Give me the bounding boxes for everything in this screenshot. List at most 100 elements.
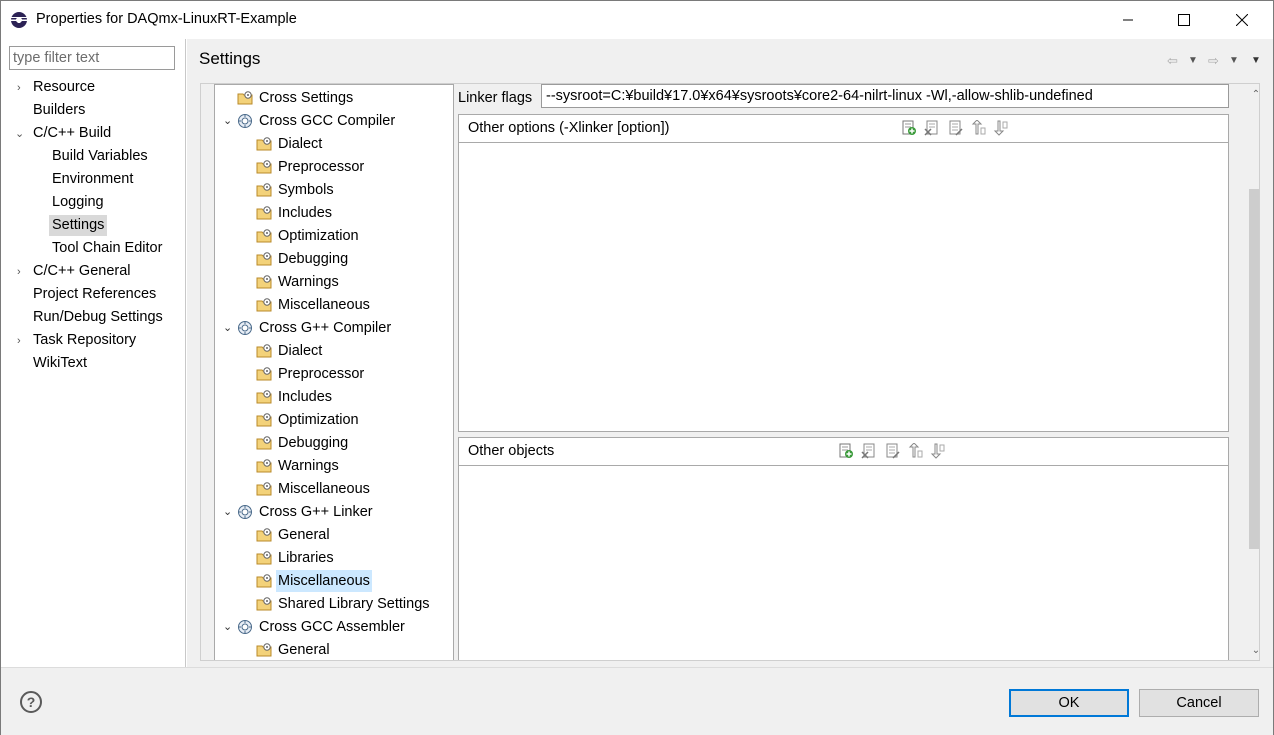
tree-item[interactable]: Warnings <box>256 455 341 477</box>
scroll-down-arrow-icon[interactable]: ⌄ <box>1249 644 1259 658</box>
close-button[interactable] <box>1219 1 1265 39</box>
folder-settings-icon <box>256 596 272 612</box>
tree-item[interactable]: Cross G++ Compiler <box>237 317 393 339</box>
chevron-down-icon[interactable]: ⌄ <box>223 616 233 638</box>
chevron-right-icon[interactable]: › <box>17 83 27 94</box>
close-icon <box>1236 14 1248 26</box>
tree-item[interactable]: Dialect <box>256 133 324 155</box>
move-down-icon[interactable] <box>992 120 1008 136</box>
linker-misc-options: Linker flags Other options (-Xlinker [op… <box>456 84 1246 660</box>
nav-item-task-repository[interactable]: Task Repository <box>30 330 139 351</box>
scroll-thumb[interactable] <box>1249 189 1259 549</box>
minimize-icon <box>1123 19 1133 21</box>
tree-item-label: Preprocessor <box>278 159 365 175</box>
folder-settings-icon <box>256 573 272 589</box>
tree-item[interactable]: Preprocessor <box>256 156 366 178</box>
filter-input[interactable] <box>9 46 175 70</box>
maximize-button[interactable] <box>1161 1 1207 39</box>
folder-settings-icon <box>256 389 272 405</box>
delete-icon[interactable] <box>924 120 940 136</box>
ok-button[interactable]: OK <box>1009 689 1129 717</box>
edit-icon[interactable] <box>884 443 900 459</box>
tree-item-label: Miscellaneous <box>278 297 370 313</box>
tree-item[interactable]: Miscellaneous <box>256 294 372 316</box>
nav-item-project-references[interactable]: Project References <box>30 284 159 305</box>
eclipse-icon <box>11 12 27 28</box>
nav-item-build-variables[interactable]: Build Variables <box>49 146 151 167</box>
tree-item-label: Includes <box>278 205 333 221</box>
back-dropdown-icon[interactable]: ▼ <box>1188 55 1198 66</box>
scroll-up-arrow-icon[interactable]: ⌃ <box>1249 88 1259 102</box>
tree-item[interactable]: Libraries <box>256 547 336 569</box>
tree-item[interactable]: Debugging <box>256 248 350 270</box>
tree-item-label: General <box>278 642 330 658</box>
tree-item[interactable]: Cross GCC Assembler <box>237 616 407 638</box>
tree-item[interactable]: General <box>256 639 332 660</box>
tree-item[interactable]: Includes <box>256 202 334 224</box>
chevron-down-icon[interactable]: ⌄ <box>223 110 233 132</box>
tree-item[interactable]: Debugging <box>256 432 350 454</box>
back-arrow-icon[interactable]: ⇦ <box>1167 53 1178 69</box>
help-icon[interactable]: ? <box>20 691 42 713</box>
tree-item[interactable]: Shared Library Settings <box>256 593 432 615</box>
settings-page: Settings ⇦ ▼ ⇨ ▼ ▼ Cross Settings ⌄ Cross … <box>187 39 1273 667</box>
other-objects-title: Other objects <box>468 443 555 459</box>
tree-item-label: Preprocessor <box>278 366 365 382</box>
chevron-down-icon[interactable]: ⌄ <box>15 129 25 140</box>
cancel-button[interactable]: Cancel <box>1139 689 1259 717</box>
folder-settings-icon <box>237 90 253 106</box>
move-up-icon[interactable] <box>907 442 923 459</box>
nav-item-run-debug-settings[interactable]: Run/Debug Settings <box>30 307 166 328</box>
add-icon[interactable] <box>838 443 854 459</box>
tree-item[interactable]: Dialect <box>256 340 324 362</box>
chevron-right-icon[interactable]: › <box>17 267 27 278</box>
forward-dropdown-icon[interactable]: ▼ <box>1229 55 1239 66</box>
delete-icon[interactable] <box>861 443 877 459</box>
nav-item-settings[interactable]: Settings <box>49 215 108 236</box>
tree-item[interactable]: Optimization <box>256 225 361 247</box>
tree-item[interactable]: General <box>256 524 332 546</box>
tree-item-label: Debugging <box>278 435 349 451</box>
nav-item-tool-chain-editor[interactable]: Tool Chain Editor <box>49 238 165 259</box>
nav-item-builders[interactable]: Builders <box>30 100 88 121</box>
tree-item-label: Miscellaneous <box>276 570 372 592</box>
chevron-down-icon[interactable]: ⌄ <box>223 501 233 523</box>
tool-gear-icon <box>237 504 253 520</box>
vertical-scrollbar[interactable]: ⌃ ⌄ <box>1247 84 1259 660</box>
tree-item[interactable]: Miscellaneous <box>256 478 372 500</box>
tree-item[interactable]: Symbols <box>256 179 336 201</box>
tree-item[interactable]: Cross GCC Compiler <box>237 110 397 132</box>
chevron-right-icon[interactable]: › <box>17 336 27 347</box>
nav-item-resource[interactable]: Resource <box>30 77 98 98</box>
nav-item-logging[interactable]: Logging <box>49 192 107 213</box>
tree-item[interactable]: Miscellaneous <box>256 570 372 592</box>
linker-flags-input[interactable] <box>541 84 1229 108</box>
tree-item-label: Cross GCC Assembler <box>259 619 405 635</box>
tree-item[interactable]: Cross Settings <box>237 87 355 109</box>
tree-item[interactable]: Preprocessor <box>256 363 366 385</box>
folder-settings-icon <box>256 136 272 152</box>
minimize-button[interactable] <box>1105 1 1151 39</box>
view-menu-icon[interactable]: ▼ <box>1251 55 1261 66</box>
chevron-down-icon[interactable]: ⌄ <box>223 317 233 339</box>
tree-item-label: Symbols <box>278 182 334 198</box>
tree-item[interactable]: Optimization <box>256 409 361 431</box>
move-down-icon[interactable] <box>929 443 945 459</box>
tree-item[interactable]: Includes <box>256 386 334 408</box>
folder-settings-icon <box>256 412 272 428</box>
tree-item[interactable]: Warnings <box>256 271 341 293</box>
folder-settings-icon <box>256 527 272 543</box>
nav-item-wikitext[interactable]: WikiText <box>30 353 90 374</box>
move-up-icon[interactable] <box>970 119 986 136</box>
tree-item-label: Cross G++ Linker <box>259 504 373 520</box>
add-icon[interactable] <box>901 120 917 136</box>
tool-gear-icon <box>237 113 253 129</box>
nav-item-cc-general[interactable]: C/C++ General <box>30 261 134 282</box>
forward-arrow-icon[interactable]: ⇨ <box>1208 53 1219 69</box>
edit-icon[interactable] <box>947 120 963 136</box>
nav-item-environment[interactable]: Environment <box>49 169 136 190</box>
tree-item[interactable]: Cross G++ Linker <box>237 501 375 523</box>
tree-item-label: Includes <box>278 389 333 405</box>
other-options-header: Other options (-Xlinker [option]) <box>459 115 1228 143</box>
nav-item-cc-build[interactable]: C/C++ Build <box>30 123 114 144</box>
